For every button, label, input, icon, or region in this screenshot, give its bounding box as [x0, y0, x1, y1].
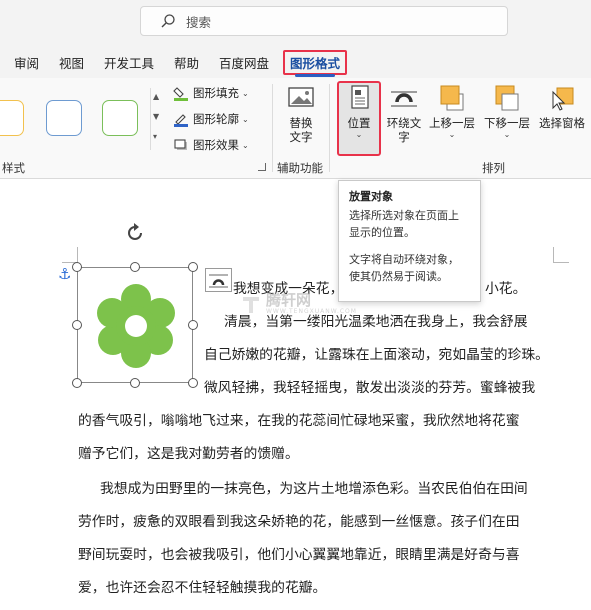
bring-forward-label: 上移一层 — [429, 116, 475, 130]
search-placeholder: 搜索 — [186, 14, 212, 30]
shape-outline-label: 图形轮廓 — [193, 112, 239, 126]
gallery-down-icon[interactable]: ▼ — [153, 112, 159, 121]
chevron-down-icon: ⌄ — [242, 88, 249, 98]
watermark-logo-icon — [243, 297, 259, 313]
text-line: 自己娇嫩的花瓣，让露珠在上面滚动，宛如晶莹的珍珠。 — [204, 347, 549, 363]
tooltip-title: 放置对象 — [349, 190, 393, 203]
resize-handle-bottom-left[interactable] — [72, 378, 82, 388]
resize-handle-bottom[interactable] — [130, 378, 140, 388]
ribbon-tabs: 审阅 视图 开发工具 帮助 百度网盘 图形格式 — [0, 46, 591, 78]
watermark-subtext: WWW.TENGXUANW.COM — [266, 308, 357, 315]
dialog-launcher-icon[interactable] — [258, 163, 266, 171]
styles-group-label: 样式 — [2, 161, 25, 175]
tab-help[interactable]: 帮助 — [174, 53, 199, 72]
selection-pane-label: 选择窗格 — [539, 116, 585, 130]
resize-handle-left[interactable] — [72, 320, 82, 330]
paint-bucket-icon — [173, 85, 189, 101]
flower-shape — [97, 284, 175, 368]
send-backward-icon — [492, 84, 522, 112]
shape-fill-label: 图形填充 — [193, 86, 239, 100]
style-gallery-scroll[interactable]: ▲ ▼ ▾ — [150, 88, 164, 150]
tab-view[interactable]: 视图 — [59, 53, 84, 72]
alt-text-button[interactable]: 替换 文字 — [283, 84, 319, 144]
wrap-text-label-2: 字 — [398, 130, 410, 144]
search-icon — [161, 14, 175, 28]
position-button-content[interactable]: 位置 ⌄ — [339, 84, 379, 140]
tab-developer[interactable]: 开发工具 — [104, 53, 154, 72]
position-tooltip: 放置对象 选择所选对象在页面上 显示的位置。 文字将自动环绕对象， 使其仍然易于… — [338, 180, 481, 302]
shape-effects-label: 图形效果 — [193, 138, 239, 152]
ribbon: ▲ ▼ ▾ 图形填充 ⌄ 图形轮廓 ⌄ 图形效果 ⌄ 样式 替换 文字 辅助功能… — [0, 78, 591, 179]
wrap-text-label-1: 环绕文 — [386, 116, 422, 130]
send-backward-label: 下移一层 — [484, 116, 530, 130]
text-line: 微风轻拂，我轻轻摇曳，散发出淡淡的芬芳。蜜蜂被我 — [204, 380, 536, 396]
style-sample-green[interactable] — [102, 100, 138, 136]
selection-pane-button[interactable]: 选择窗格 — [536, 84, 588, 130]
tab-review[interactable]: 审阅 — [14, 53, 39, 72]
text-line: 的香气吸引，嗡嗡地飞过来，在我的花蕊间忙碌地采蜜，我欣然地将花蜜 — [78, 413, 520, 429]
bring-forward-icon — [437, 84, 467, 112]
group-separator — [272, 84, 273, 172]
selection-pane-icon — [547, 84, 577, 112]
tab-baidu-netdisk[interactable]: 百度网盘 — [219, 53, 269, 72]
wrap-text-button[interactable]: 环绕文 字 — [384, 84, 424, 144]
position-label: 位置 — [347, 116, 371, 130]
tooltip-desc-3: 文字将自动环绕对象， — [349, 253, 459, 266]
gallery-up-icon[interactable]: ▲ — [153, 92, 159, 101]
accessibility-group-label: 辅助功能 — [277, 161, 323, 175]
text-line: 野间玩耍时，也会被我吸引，他们小心翼翼地靠近，眼睛里满是好奇与喜 — [78, 547, 520, 563]
crop-mark-top-left — [62, 247, 78, 263]
resize-handle-top-left[interactable] — [72, 262, 82, 272]
gallery-more-icon[interactable]: ▾ — [153, 132, 157, 141]
position-icon — [344, 84, 374, 112]
bring-forward-button[interactable]: 上移一层 ⌄ — [426, 84, 478, 140]
chevron-down-icon: ⌄ — [355, 130, 363, 139]
search-box[interactable]: 搜索 — [140, 6, 508, 36]
resize-handle-right[interactable] — [188, 320, 198, 330]
text-line: 赠予它们，这是我对勤劳者的馈赠。 — [78, 446, 299, 462]
wrap-text-icon — [389, 84, 419, 112]
send-backward-button[interactable]: 下移一层 ⌄ — [481, 84, 533, 140]
resize-handle-top[interactable] — [130, 262, 140, 272]
layout-options-icon[interactable] — [205, 268, 232, 292]
tooltip-desc-4: 使其仍然易于阅读。 — [349, 270, 448, 283]
chevron-down-icon: ⌄ — [503, 130, 511, 139]
chevron-down-icon: ⌄ — [242, 114, 249, 124]
style-sample-blue[interactable] — [46, 100, 82, 136]
shape-outline-button[interactable]: 图形轮廓 ⌄ — [173, 109, 249, 129]
style-sample-yellow[interactable] — [0, 100, 24, 136]
resize-handle-bottom-right[interactable] — [188, 378, 198, 388]
shape-effects-icon — [173, 137, 189, 153]
arrange-group-label: 排列 — [482, 161, 505, 175]
rotate-handle-icon[interactable] — [124, 222, 146, 247]
text-line: 劳作时，疲惫的双眼看到我这朵娇艳的花，能感到一丝惬意。孩子们在田 — [78, 514, 520, 530]
shape-fill-button[interactable]: 图形填充 ⌄ — [173, 83, 249, 103]
group-separator — [329, 84, 330, 172]
alt-text-icon — [286, 84, 316, 112]
tooltip-desc-1: 选择所选对象在页面上 — [349, 209, 459, 222]
tooltip-desc-2: 显示的位置。 — [349, 226, 415, 239]
crop-mark-top-right — [553, 247, 569, 263]
tab-shape-format[interactable]: 图形格式 — [283, 50, 348, 77]
text-line: 我想成为田野里的一抹亮色，为这片土地增添色彩。当农民伯伯在田间 — [100, 481, 528, 497]
text-line: 爱，也许还会忍不住轻轻触摸我的花瓣。 — [78, 580, 327, 596]
title-bar: 搜索 — [0, 0, 591, 46]
shape-effects-button[interactable]: 图形效果 ⌄ — [173, 135, 249, 155]
selected-flower-image[interactable] — [77, 267, 193, 383]
anchor-icon[interactable]: ⚓ — [58, 265, 71, 283]
alt-text-label-2: 文字 — [289, 130, 313, 144]
chevron-down-icon: ⌄ — [242, 140, 249, 150]
chevron-down-icon: ⌄ — [448, 130, 456, 139]
resize-handle-top-right[interactable] — [188, 262, 198, 272]
alt-text-label-1: 替换 — [289, 116, 313, 130]
text-line: 小花。 — [485, 281, 527, 297]
pen-outline-icon — [173, 111, 189, 127]
